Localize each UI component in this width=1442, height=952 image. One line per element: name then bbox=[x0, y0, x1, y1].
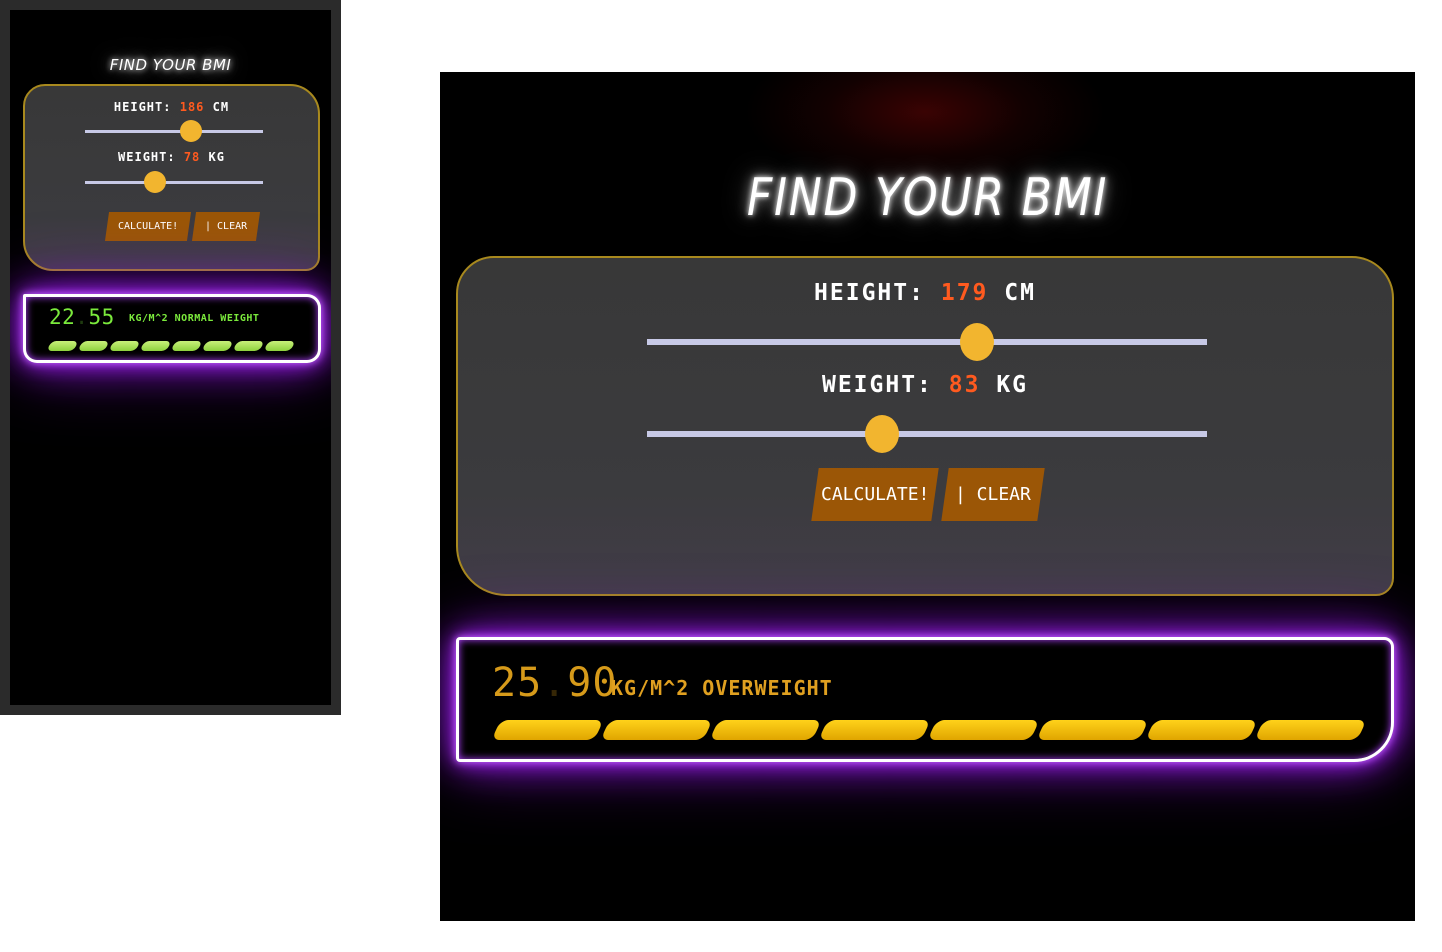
weight-label: WEIGHT: bbox=[118, 150, 176, 164]
bmi-value-fraction: 55 bbox=[88, 305, 115, 329]
bmi-value-separator: . bbox=[542, 660, 568, 706]
bmi-meter-segment bbox=[232, 341, 265, 351]
input-card: HEIGHT: 179 CM WEIGHT: 83 KG Calculate! … bbox=[456, 256, 1394, 596]
weight-label-row: WEIGHT: 83 KG bbox=[458, 372, 1392, 398]
bmi-value-fraction: 90 bbox=[567, 660, 618, 706]
weight-slider[interactable] bbox=[647, 415, 1207, 453]
height-label: HEIGHT: bbox=[814, 280, 925, 306]
weight-slider-thumb[interactable] bbox=[865, 415, 899, 453]
clear-button[interactable]: | Clear bbox=[941, 468, 1045, 521]
bmi-value: 22.55 bbox=[49, 305, 115, 329]
bmi-meter-segment bbox=[709, 720, 822, 740]
height-unit: CM bbox=[212, 100, 230, 114]
bmi-value-integer: 22 bbox=[49, 305, 76, 329]
bmi-meter-segment bbox=[108, 341, 141, 351]
desktop-preview: Find your BMI HEIGHT: 179 CM WEIGHT: 83 … bbox=[440, 72, 1415, 921]
bmi-result-panel: 22.55 KG/M^2 NORMAL WEIGHT bbox=[23, 294, 321, 363]
weight-label-row: WEIGHT: 78 KG bbox=[25, 150, 318, 164]
height-unit: CM bbox=[1004, 280, 1036, 306]
weight-slider-thumb[interactable] bbox=[144, 171, 166, 193]
bmi-meter bbox=[491, 720, 1367, 740]
bmi-meter-segment bbox=[170, 341, 203, 351]
bmi-meter-segment bbox=[1254, 720, 1367, 740]
height-value: 179 bbox=[940, 280, 989, 306]
height-slider[interactable] bbox=[647, 323, 1207, 361]
page-title: Find your BMI bbox=[109, 56, 232, 74]
calculate-button-label: Calculate! bbox=[117, 221, 179, 232]
bmi-result-panel: 25.90 KG/M^2 OVERWEIGHT bbox=[456, 637, 1394, 762]
weight-unit: KG bbox=[208, 150, 225, 164]
mobile-preview: Find your BMI HEIGHT: 186 CM WEIGHT: 78 … bbox=[0, 0, 341, 715]
clear-button-label: | Clear bbox=[955, 484, 1031, 505]
bmi-meter-segment bbox=[600, 720, 713, 740]
bmi-result-text: KG/M^2 OVERWEIGHT bbox=[611, 676, 833, 700]
bmi-meter-segment bbox=[139, 341, 172, 351]
bmi-unit: KG/M^2 bbox=[129, 313, 169, 324]
weight-unit: KG bbox=[996, 372, 1029, 398]
clear-button[interactable]: | Clear bbox=[191, 212, 261, 241]
bmi-meter-segment bbox=[46, 341, 79, 351]
height-slider-thumb[interactable] bbox=[960, 323, 994, 361]
bmi-meter-segment bbox=[1036, 720, 1149, 740]
bmi-meter-segment bbox=[491, 720, 604, 740]
input-card: HEIGHT: 186 CM WEIGHT: 78 KG Calculate! … bbox=[23, 84, 320, 271]
bmi-category: OVERWEIGHT bbox=[702, 676, 833, 700]
bmi-meter-segment bbox=[1145, 720, 1258, 740]
bmi-value-integer: 25 bbox=[492, 660, 543, 706]
weight-value: 83 bbox=[948, 372, 981, 398]
bmi-meter-segment bbox=[927, 720, 1040, 740]
bmi-meter-segment bbox=[263, 341, 296, 351]
clear-button-label: | Clear bbox=[204, 221, 248, 232]
bmi-unit: KG/M^2 bbox=[611, 676, 690, 700]
bmi-value: 25.90 bbox=[492, 660, 617, 706]
weight-value: 78 bbox=[183, 150, 201, 164]
calculate-button-label: Calculate! bbox=[820, 484, 930, 505]
calculate-button[interactable]: Calculate! bbox=[811, 468, 939, 521]
bmi-result-text: KG/M^2 NORMAL WEIGHT bbox=[129, 313, 259, 324]
page-title: Find your BMI bbox=[746, 168, 1109, 228]
height-slider[interactable] bbox=[85, 120, 263, 142]
height-slider-thumb[interactable] bbox=[180, 120, 202, 142]
height-value: 186 bbox=[179, 100, 205, 114]
bmi-category: NORMAL WEIGHT bbox=[174, 313, 260, 324]
calculate-button[interactable]: Calculate! bbox=[104, 212, 192, 241]
bmi-value-separator: . bbox=[75, 305, 89, 329]
height-label: HEIGHT: bbox=[113, 100, 172, 114]
weight-slider[interactable] bbox=[85, 171, 263, 193]
height-label-row: HEIGHT: 179 CM bbox=[458, 280, 1392, 306]
bmi-meter-segment bbox=[201, 341, 234, 351]
bmi-meter-segment bbox=[818, 720, 931, 740]
weight-label: WEIGHT: bbox=[821, 372, 933, 398]
height-label-row: HEIGHT: 186 CM bbox=[25, 100, 318, 114]
bmi-meter bbox=[46, 341, 296, 351]
bmi-meter-segment bbox=[77, 341, 110, 351]
